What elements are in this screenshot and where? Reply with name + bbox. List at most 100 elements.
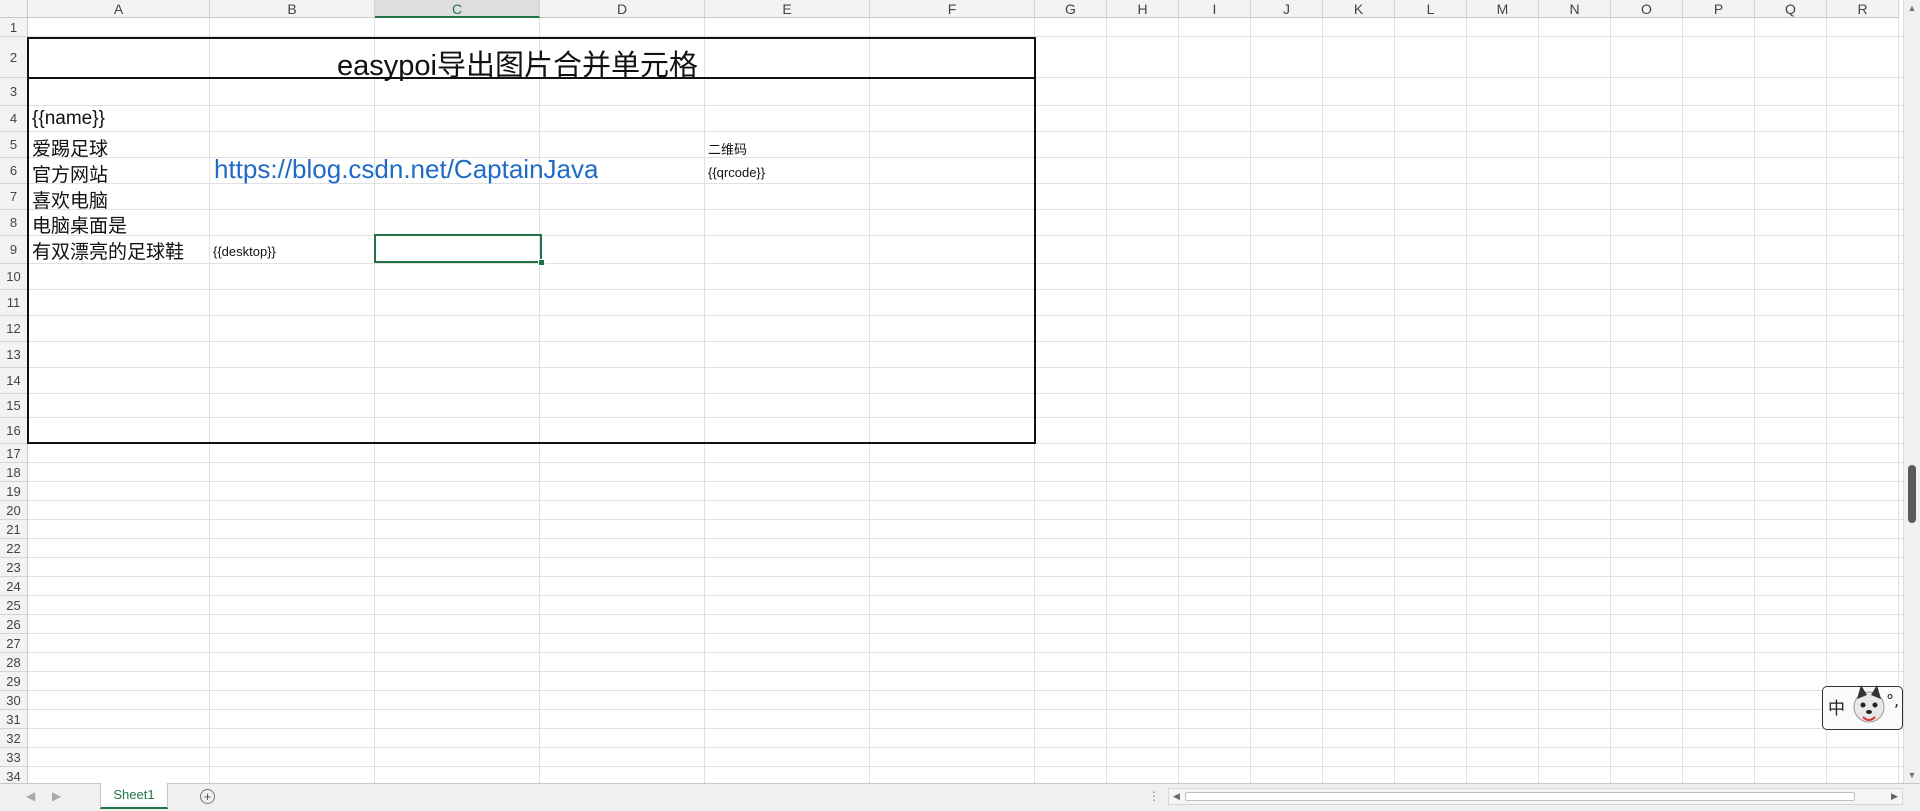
vertical-scroll-thumb[interactable]	[1908, 465, 1916, 523]
row-header-17[interactable]: 17	[0, 444, 28, 463]
row-header-5[interactable]: 5	[0, 132, 28, 158]
column-header-g[interactable]: G	[1035, 0, 1107, 18]
row-header-13[interactable]: 13	[0, 342, 28, 368]
row-gridline	[28, 652, 1903, 653]
row-gridline	[28, 766, 1903, 767]
active-cell-c9[interactable]	[374, 234, 542, 263]
column-header-l[interactable]: L	[1395, 0, 1467, 18]
cell-a7[interactable]: 喜欢电脑	[32, 186, 108, 213]
cell-e5[interactable]: 二维码	[708, 139, 747, 158]
cell-e6[interactable]: {{qrcode}}	[708, 165, 765, 180]
scroll-right-arrow-icon[interactable]: ▶	[1887, 789, 1902, 804]
row-header-33[interactable]: 33	[0, 748, 28, 767]
row-header-6[interactable]: 6	[0, 158, 28, 184]
row-gridline	[28, 481, 1903, 482]
column-header-o[interactable]: O	[1611, 0, 1683, 18]
row-header-23[interactable]: 23	[0, 558, 28, 577]
row-header-18[interactable]: 18	[0, 463, 28, 482]
row-header-22[interactable]: 22	[0, 539, 28, 558]
column-header-c[interactable]: C	[375, 0, 540, 18]
row-header-12[interactable]: 12	[0, 316, 28, 342]
ime-status-bar[interactable]: 中 °,	[1822, 685, 1903, 730]
row-header-1[interactable]: 1	[0, 18, 28, 37]
cell-a5[interactable]: 爱踢足球	[32, 134, 108, 161]
cell-a8[interactable]: 电脑桌面是	[32, 211, 127, 238]
row-gridline	[28, 500, 1903, 501]
column-header-d[interactable]: D	[540, 0, 705, 18]
column-header-p[interactable]: P	[1683, 0, 1755, 18]
fill-handle[interactable]	[538, 259, 545, 266]
row-gridline	[28, 576, 1903, 577]
column-gridline	[1466, 18, 1467, 783]
row-header-26[interactable]: 26	[0, 615, 28, 634]
sheet-nav-prev-icon[interactable]: ◀	[26, 789, 35, 803]
column-gridline	[1682, 18, 1683, 783]
ime-mode-label[interactable]: 中	[1828, 694, 1845, 719]
row-header-29[interactable]: 29	[0, 672, 28, 691]
column-header-i[interactable]: I	[1179, 0, 1251, 18]
cell-b6-hyperlink[interactable]: https://blog.csdn.net/CaptainJava	[214, 154, 598, 184]
row-header-34[interactable]: 34	[0, 767, 28, 783]
row-header-14[interactable]: 14	[0, 368, 28, 394]
column-header-f[interactable]: F	[870, 0, 1035, 18]
column-header-n[interactable]: N	[1539, 0, 1611, 18]
merged-title-cell[interactable]: easypoi导出图片合并单元格	[337, 42, 698, 84]
row-header-9[interactable]: 9	[0, 236, 28, 264]
column-header-m[interactable]: M	[1467, 0, 1539, 18]
cell-a4[interactable]: {{name}}	[32, 108, 105, 130]
column-header-r[interactable]: R	[1827, 0, 1899, 18]
ime-punct-label[interactable]: °,	[1886, 691, 1899, 710]
column-gridline	[1754, 18, 1755, 783]
row-header-27[interactable]: 27	[0, 634, 28, 653]
column-header-a[interactable]: A	[28, 0, 210, 18]
column-gridline	[1826, 18, 1827, 783]
row-header-8[interactable]: 8	[0, 210, 28, 236]
vertical-scrollbar[interactable]: ▲ ▼	[1903, 0, 1920, 783]
cell-a9[interactable]: 有双漂亮的足球鞋	[32, 237, 184, 264]
column-gridline	[1610, 18, 1611, 783]
column-header-b[interactable]: B	[210, 0, 375, 18]
row-header-10[interactable]: 10	[0, 264, 28, 290]
row-header-19[interactable]: 19	[0, 482, 28, 501]
cell-a6[interactable]: 官方网站	[32, 160, 108, 187]
scroll-left-arrow-icon[interactable]: ◀	[1169, 789, 1184, 804]
row-header-25[interactable]: 25	[0, 596, 28, 615]
row-gridline	[28, 633, 1903, 634]
column-header-q[interactable]: Q	[1755, 0, 1827, 18]
scroll-down-arrow-icon[interactable]: ▼	[1904, 767, 1920, 783]
column-gridline	[1250, 18, 1251, 783]
row-header-28[interactable]: 28	[0, 653, 28, 672]
column-header-e[interactable]: E	[705, 0, 870, 18]
row-header-24[interactable]: 24	[0, 577, 28, 596]
column-gridline	[1394, 18, 1395, 783]
row-gridline	[28, 462, 1903, 463]
row-gridline	[28, 595, 1903, 596]
row-header-32[interactable]: 32	[0, 729, 28, 748]
row-header-3[interactable]: 3	[0, 78, 28, 106]
sheet-nav-next-icon[interactable]: ▶	[52, 789, 61, 803]
row-gridline	[28, 538, 1903, 539]
select-all-corner[interactable]	[0, 0, 28, 18]
row-header-20[interactable]: 20	[0, 501, 28, 520]
horizontal-scroll-thumb[interactable]	[1185, 792, 1855, 801]
row-header-21[interactable]: 21	[0, 520, 28, 539]
row-header-2[interactable]: 2	[0, 37, 28, 78]
add-sheet-icon[interactable]: +	[200, 789, 215, 804]
row-header-31[interactable]: 31	[0, 710, 28, 729]
column-header-h[interactable]: H	[1107, 0, 1179, 18]
worksheet-grid[interactable]: ABCDEFGHIJKLMNOPQR 1 2 3 4 5 6 7 8 9 10 11 12 13 14 15…	[0, 0, 1903, 783]
row-header-11[interactable]: 11	[0, 290, 28, 316]
row-header-30[interactable]: 30	[0, 691, 28, 710]
horizontal-scrollbar[interactable]: ◀ ▶	[1168, 788, 1903, 805]
row-header-15[interactable]: 15	[0, 394, 28, 418]
cell-b9[interactable]: {{desktop}}	[213, 244, 276, 259]
row-header-16[interactable]: 16	[0, 418, 28, 444]
column-header-k[interactable]: K	[1323, 0, 1395, 18]
row-gridline	[28, 557, 1903, 558]
row-header-4[interactable]: 4	[0, 106, 28, 132]
column-header-j[interactable]: J	[1251, 0, 1323, 18]
row-header-7[interactable]: 7	[0, 184, 28, 210]
more-dots-icon[interactable]: ⋮	[1148, 789, 1160, 803]
scroll-up-arrow-icon[interactable]: ▲	[1904, 0, 1920, 16]
sheet-tab-sheet1[interactable]: Sheet1	[100, 783, 168, 809]
